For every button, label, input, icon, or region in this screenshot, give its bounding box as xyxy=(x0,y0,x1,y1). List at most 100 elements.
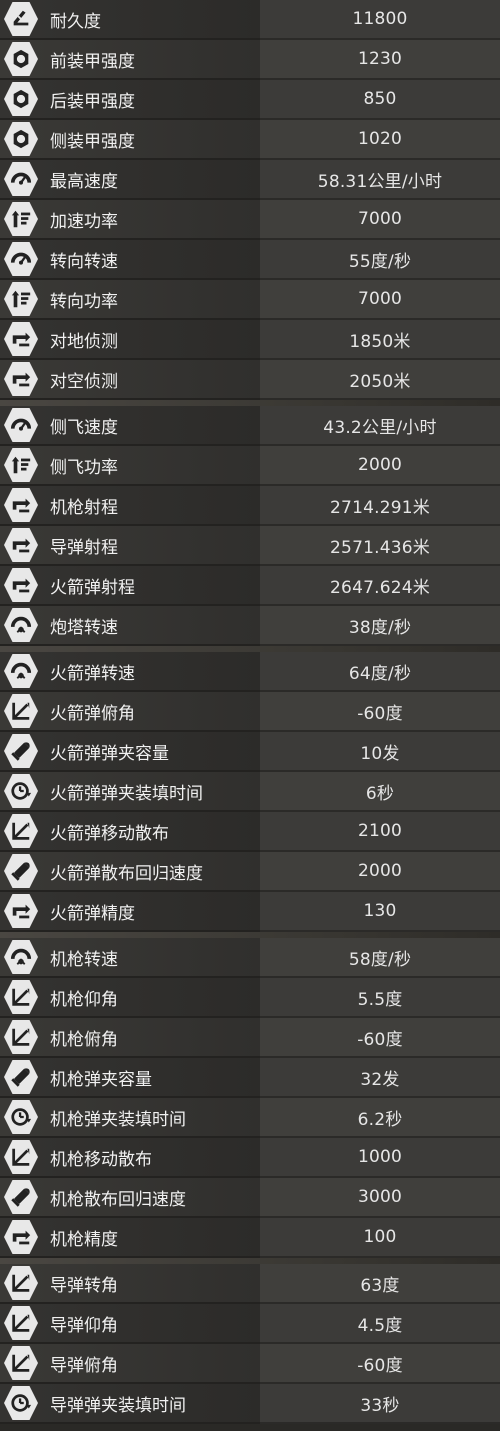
stat-value: 100 xyxy=(260,1218,500,1258)
stat-label-cell: 耐久度 xyxy=(0,0,260,40)
stat-label: 机枪弹夹容量 xyxy=(50,1069,152,1090)
stat-label: 机枪移动散布 xyxy=(50,1149,152,1170)
stat-label: 火箭弹散布回归速度 xyxy=(50,863,203,884)
stat-label-cell: 最高速度 xyxy=(0,160,260,200)
stat-label-cell: 火箭弹弹夹容量 xyxy=(0,732,260,772)
stat-value: 7000 xyxy=(260,280,500,320)
stat-row: 火箭弹俯角 -60度 xyxy=(0,692,500,732)
armor-icon xyxy=(4,122,38,156)
stat-label-cell: 导弹转角 xyxy=(0,1264,260,1304)
stat-label-cell: 加速功率 xyxy=(0,200,260,240)
angle-icon xyxy=(4,1266,38,1300)
stat-value: 2647.624米 xyxy=(260,566,500,606)
range-icon xyxy=(4,322,38,356)
stat-value: 2000 xyxy=(260,446,500,486)
stat-label-cell: 转向功率 xyxy=(0,280,260,320)
stat-row: 转向转速 55度/秒 xyxy=(0,240,500,280)
stat-row: 机枪精度 100 xyxy=(0,1218,500,1258)
stat-value: 6.2秒 xyxy=(260,1098,500,1138)
stat-label-cell: 侧装甲强度 xyxy=(0,120,260,160)
range-icon xyxy=(4,568,38,602)
angle-icon xyxy=(4,1346,38,1380)
stat-row: 对地侦测 1850米 xyxy=(0,320,500,360)
stat-row: 侧装甲强度 1020 xyxy=(0,120,500,160)
power-icon xyxy=(4,448,38,482)
armor-icon xyxy=(4,42,38,76)
stat-label-cell: 火箭弹转速 xyxy=(0,652,260,692)
stat-label: 火箭弹精度 xyxy=(50,903,135,924)
stat-value: -60度 xyxy=(260,692,500,732)
stat-label: 导弹转角 xyxy=(50,1275,118,1296)
armor-icon xyxy=(4,82,38,116)
stat-label: 火箭弹移动散布 xyxy=(50,823,169,844)
stat-row: 耐久度 11800 xyxy=(0,0,500,40)
range-icon xyxy=(4,488,38,522)
stat-row: 加速功率 7000 xyxy=(0,200,500,240)
stat-label-cell: 火箭弹俯角 xyxy=(0,692,260,732)
stat-row: 机枪俯角 -60度 xyxy=(0,1018,500,1058)
stat-label: 导弹射程 xyxy=(50,537,118,558)
stat-value: 10发 xyxy=(260,732,500,772)
stat-label: 耐久度 xyxy=(50,11,101,32)
ammo-icon xyxy=(4,1180,38,1214)
angle-icon xyxy=(4,1140,38,1174)
stat-value: 1000 xyxy=(260,1138,500,1178)
stat-value: 58.31公里/小时 xyxy=(260,160,500,200)
stat-row: 导弹弹夹装填时间 33秒 xyxy=(0,1384,500,1424)
reload-timer-icon xyxy=(4,1386,38,1420)
angle-icon xyxy=(4,694,38,728)
stat-value: 43.2公里/小时 xyxy=(260,406,500,446)
angle-icon xyxy=(4,814,38,848)
stat-row: 机枪仰角 5.5度 xyxy=(0,978,500,1018)
stat-label: 机枪转速 xyxy=(50,949,118,970)
reload-timer-icon xyxy=(4,774,38,808)
stat-row: 侧飞功率 2000 xyxy=(0,446,500,486)
stat-label-cell: 火箭弹弹夹装填时间 xyxy=(0,772,260,812)
stat-row: 导弹俯角 -60度 xyxy=(0,1344,500,1384)
stat-value: 58度/秒 xyxy=(260,938,500,978)
durability-icon xyxy=(4,2,38,36)
ammo-icon xyxy=(4,854,38,888)
stat-value: 2000 xyxy=(260,852,500,892)
stat-label: 转向转速 xyxy=(50,251,118,272)
stat-label: 侧飞速度 xyxy=(50,417,118,438)
stat-value: 63度 xyxy=(260,1264,500,1304)
stat-row: 火箭弹射程 2647.624米 xyxy=(0,566,500,606)
stat-label: 侧飞功率 xyxy=(50,457,118,478)
stat-row: 导弹仰角 4.5度 xyxy=(0,1304,500,1344)
stat-value: 1230 xyxy=(260,40,500,80)
stat-label: 机枪散布回归速度 xyxy=(50,1189,186,1210)
stat-label-cell: 对空侦测 xyxy=(0,360,260,400)
stat-label-cell: 导弹仰角 xyxy=(0,1304,260,1344)
stat-label-cell: 侧飞速度 xyxy=(0,406,260,446)
stat-label-cell: 转向转速 xyxy=(0,240,260,280)
stat-label: 机枪仰角 xyxy=(50,989,118,1010)
turret-rotation-icon xyxy=(4,608,38,642)
stat-row: 机枪转速 58度/秒 xyxy=(0,938,500,978)
range-icon xyxy=(4,1220,38,1254)
stat-label: 加速功率 xyxy=(50,211,118,232)
stat-row: 炮塔转速 38度/秒 xyxy=(0,606,500,646)
stat-label-cell: 机枪俯角 xyxy=(0,1018,260,1058)
stat-value: 32发 xyxy=(260,1058,500,1098)
stat-value: 7000 xyxy=(260,200,500,240)
stat-label: 导弹弹夹装填时间 xyxy=(50,1395,186,1416)
speedometer-icon xyxy=(4,408,38,442)
stat-value: 2714.291米 xyxy=(260,486,500,526)
angle-icon xyxy=(4,980,38,1014)
stat-label-cell: 火箭弹精度 xyxy=(0,892,260,932)
turret-rotation-icon xyxy=(4,654,38,688)
stat-label: 后装甲强度 xyxy=(50,91,135,112)
stat-label: 机枪精度 xyxy=(50,1229,118,1250)
stat-value: -60度 xyxy=(260,1344,500,1384)
stat-label: 侧装甲强度 xyxy=(50,131,135,152)
stat-row: 对空侦测 2050米 xyxy=(0,360,500,400)
stat-row: 机枪弹夹容量 32发 xyxy=(0,1058,500,1098)
stat-label: 火箭弹射程 xyxy=(50,577,135,598)
stat-row: 火箭弹弹夹装填时间 6秒 xyxy=(0,772,500,812)
stat-label: 火箭弹弹夹容量 xyxy=(50,743,169,764)
stat-label: 最高速度 xyxy=(50,171,118,192)
stat-label: 导弹俯角 xyxy=(50,1355,118,1376)
stat-label: 火箭弹转速 xyxy=(50,663,135,684)
stat-label-cell: 火箭弹散布回归速度 xyxy=(0,852,260,892)
